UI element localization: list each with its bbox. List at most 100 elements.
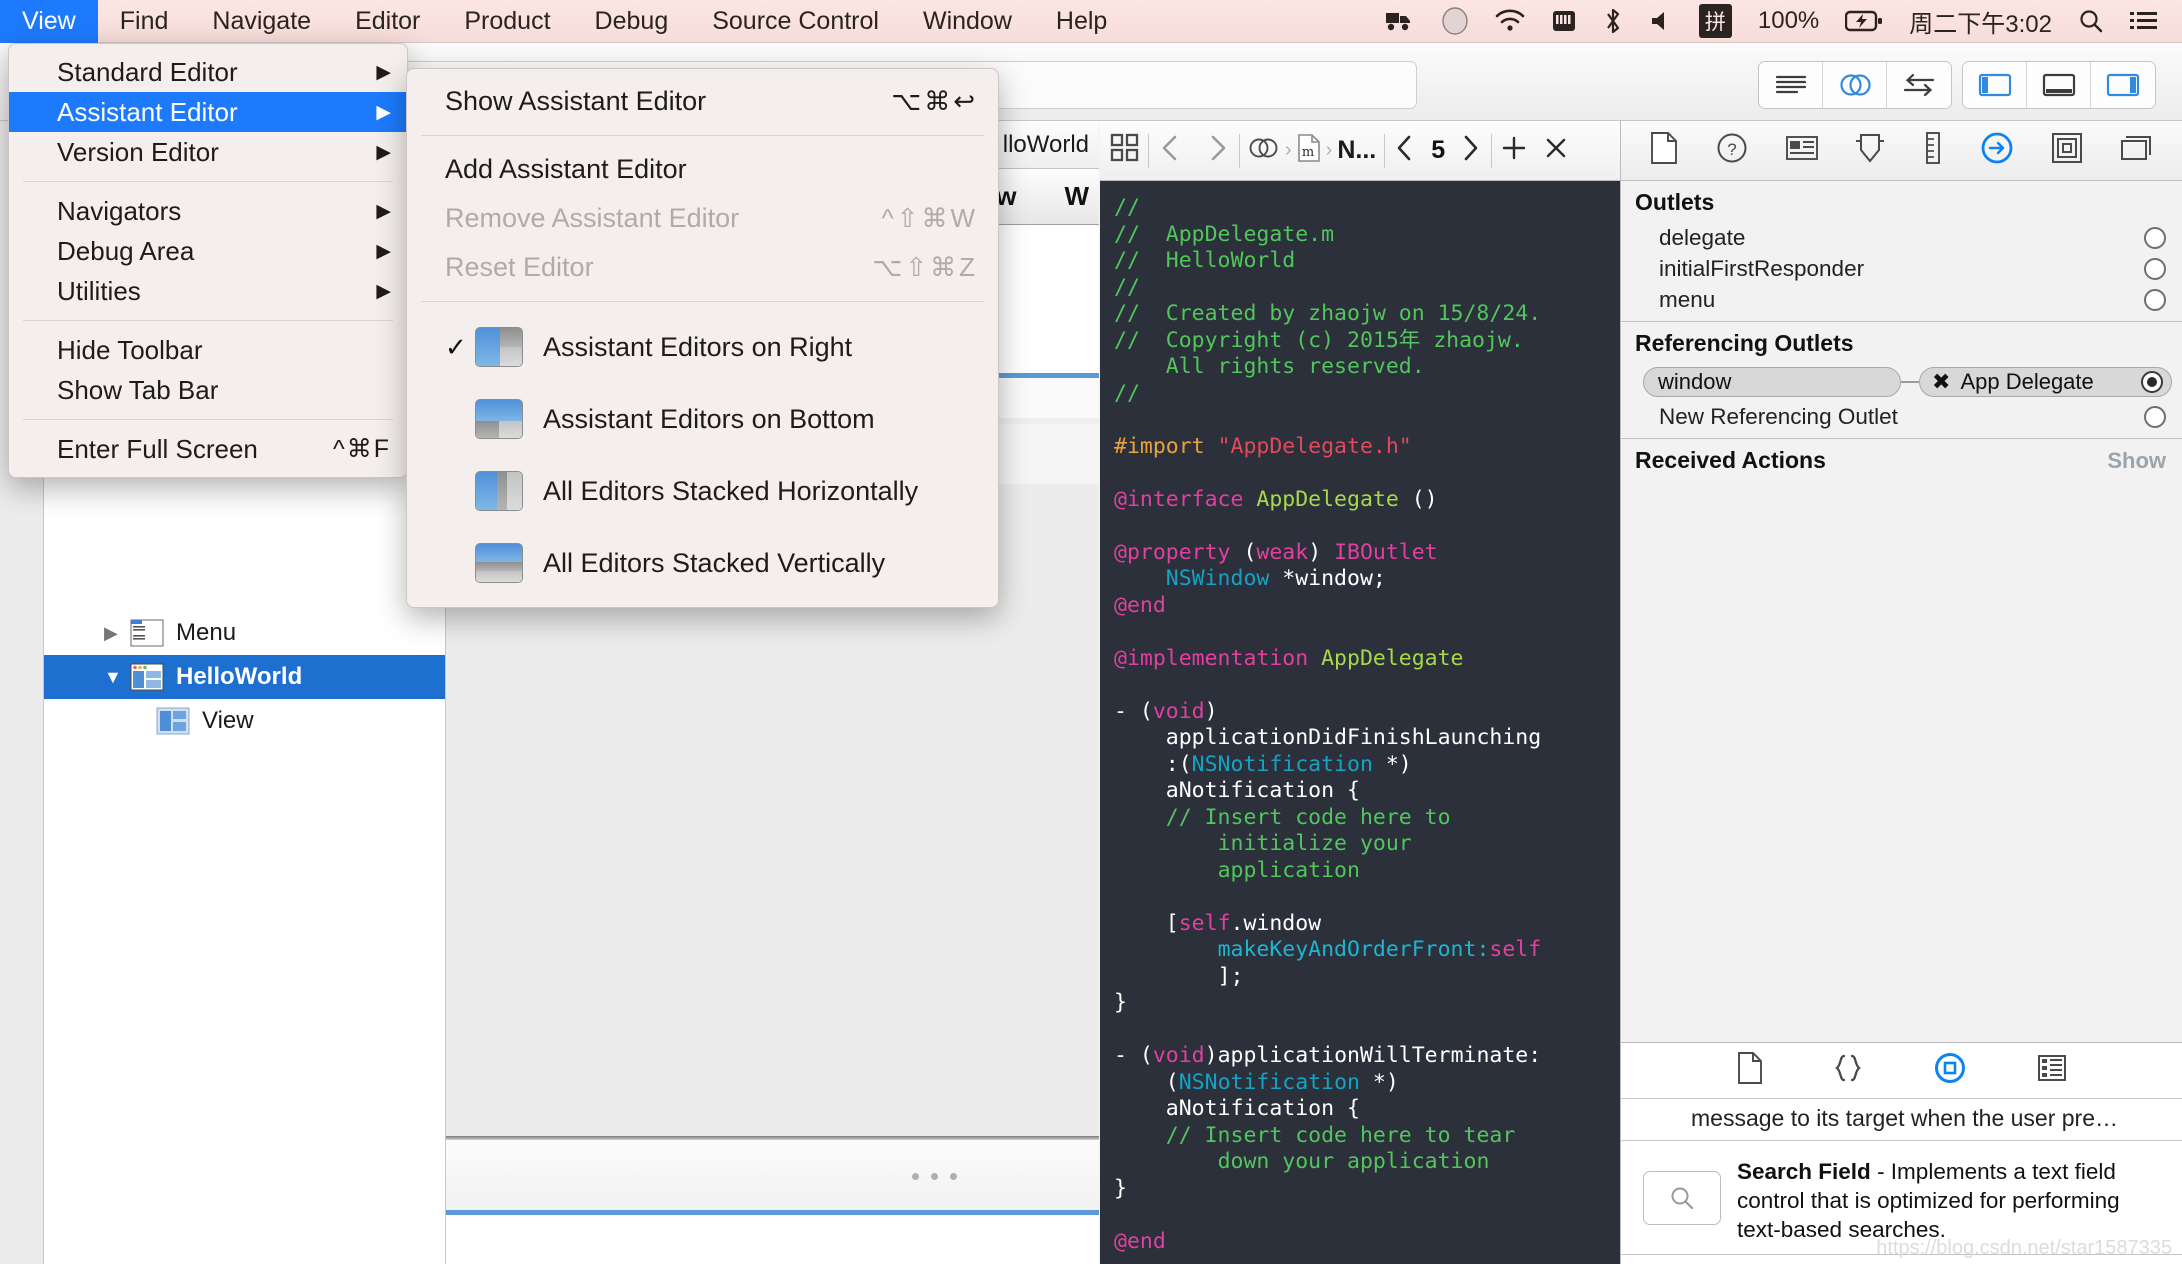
menu-product[interactable]: Product	[442, 0, 572, 43]
assistant-editor-icon[interactable]	[1823, 62, 1887, 108]
code-line: // AppDelegate.m	[1114, 221, 1335, 247]
outline-row-view[interactable]: View	[44, 699, 445, 743]
assistant-editor-submenu[interactable]: Show Assistant Editor ⌥⌘↩ Add Assistant …	[406, 68, 999, 608]
editor-mode-segmented-control[interactable]	[1758, 61, 1952, 109]
attributes-inspector-icon[interactable]	[2051, 132, 2083, 169]
submenu-item-add-assistant-editor[interactable]: Add Assistant Editor	[407, 145, 998, 194]
submenu-item-all-editors-stacked-horizontally[interactable]: All Editors Stacked Horizontally	[407, 455, 998, 527]
m-file-icon[interactable]: m	[1297, 134, 1321, 167]
clock-label[interactable]: 周二下午3:02	[1909, 4, 2052, 39]
code-snippet-library-icon[interactable]	[1833, 1053, 1863, 1088]
standard-editor-icon[interactable]	[1759, 62, 1823, 108]
menu-item-enter-full-screen[interactable]: Enter Full Screen ^⌘F	[9, 429, 407, 469]
menu-navigate[interactable]: Navigate	[190, 0, 333, 43]
menu-debug[interactable]: Debug	[573, 0, 691, 43]
connection-well-connected[interactable]	[2141, 371, 2163, 393]
outline-row-menu[interactable]: ▶ Menu	[44, 611, 445, 655]
disclosure-triangle-icon[interactable]: ▼	[104, 667, 130, 688]
referencing-outlet-target[interactable]: ✖ App Delegate	[1919, 367, 2172, 397]
new-referencing-outlet-row[interactable]: New Referencing Outlet	[1621, 401, 2182, 432]
battery-charging-icon[interactable]	[1845, 10, 1883, 32]
editor-jump-bar[interactable]: › m › N... 5	[1100, 121, 1620, 181]
outlet-connection-well[interactable]	[2144, 257, 2166, 280]
notification-center-icon[interactable]	[2130, 10, 2158, 32]
menu-item-navigators[interactable]: Navigators ▶	[9, 191, 407, 231]
source-code-text[interactable]: //// AppDelegate.m// HelloWorld//// Crea…	[1100, 181, 1620, 1264]
toggle-debug-area-icon[interactable]	[2027, 62, 2091, 108]
panel-toggle-segmented-control[interactable]	[1962, 61, 2156, 109]
connections-inspector-icon[interactable]	[1980, 131, 2014, 170]
help-icon[interactable]: ?	[1716, 132, 1748, 169]
keyboard-icon[interactable]	[1551, 8, 1577, 34]
breadcrumb-separator-icon: ›	[1325, 139, 1333, 161]
menu-item-utilities[interactable]: Utilities ▶	[9, 271, 407, 311]
submenu-item-show-assistant-editor[interactable]: Show Assistant Editor ⌥⌘↩	[407, 77, 998, 126]
counter-next-icon[interactable]	[1459, 133, 1483, 168]
menu-item-hide-toolbar[interactable]: Hide Toolbar	[9, 330, 407, 370]
outlet-connection-well[interactable]	[2144, 226, 2166, 249]
file-template-library-icon[interactable]	[1737, 1052, 1763, 1089]
related-items-icon[interactable]	[1248, 135, 1280, 166]
menu-view[interactable]: View	[0, 0, 98, 43]
bluetooth-icon[interactable]	[1603, 7, 1623, 35]
referencing-outlet-connection-row[interactable]: window ✖ App Delegate	[1621, 363, 2182, 401]
submenu-item-assistant-editors-on-right[interactable]: ✓ Assistant Editors on Right	[407, 311, 998, 383]
menu-item-version-editor[interactable]: Version Editor ▶	[9, 132, 407, 172]
code-line: application	[1114, 857, 1360, 883]
menu-item-show-tab-bar[interactable]: Show Tab Bar	[9, 370, 407, 410]
canvas-tab-w[interactable]: W	[1064, 181, 1089, 212]
bindings-inspector-icon[interactable]	[2120, 133, 2154, 168]
related-files-grid-icon[interactable]	[1110, 133, 1140, 168]
search-icon[interactable]	[2078, 8, 2104, 34]
quick-help-icon[interactable]	[1785, 134, 1819, 167]
toggle-navigator-icon[interactable]	[1963, 62, 2027, 108]
assistant-code-editor[interactable]: › m › N... 5 // // AppDelegate.m // Hell…	[1100, 121, 1620, 1264]
library-item-partial-text[interactable]: message to its target when the user pre…	[1621, 1099, 2182, 1141]
outlet-row-menu[interactable]: menu	[1621, 284, 2182, 315]
wifi-icon[interactable]	[1495, 9, 1525, 33]
close-editor-icon[interactable]	[1542, 134, 1570, 167]
chevron-right-icon[interactable]	[1205, 133, 1231, 168]
disclosure-triangle-icon[interactable]: ▶	[104, 623, 130, 644]
inspector-tab-bar[interactable]: ?	[1621, 121, 2182, 181]
menu-item-assistant-editor[interactable]: Assistant Editor ▶	[9, 92, 407, 132]
submenu-item-all-editors-stacked-vertically[interactable]: All Editors Stacked Vertically	[407, 527, 998, 599]
referencing-outlet-source[interactable]: window	[1643, 367, 1901, 397]
menu-item-debug-area[interactable]: Debug Area ▶	[9, 231, 407, 271]
menu-help[interactable]: Help	[1034, 0, 1129, 43]
menu-editor[interactable]: Editor	[333, 0, 442, 43]
add-editor-icon[interactable]	[1500, 134, 1528, 167]
identity-inspector-icon[interactable]	[1855, 132, 1885, 169]
menu-source-control[interactable]: Source Control	[690, 0, 901, 43]
circle-icon[interactable]	[1441, 7, 1469, 35]
menu-window[interactable]: Window	[901, 0, 1034, 43]
library-tab-bar[interactable]	[1621, 1043, 2182, 1099]
menu-item-shortcut: ^⌘F	[332, 435, 391, 463]
size-inspector-icon[interactable]	[1922, 131, 1944, 170]
view-dropdown-menu[interactable]: Standard Editor ▶ Assistant Editor ▶ Ver…	[8, 43, 408, 478]
version-editor-icon[interactable]	[1887, 62, 1951, 108]
outline-row-helloworld[interactable]: ▼ HelloWorld	[44, 655, 445, 699]
canvas-resize-handle[interactable]	[912, 1173, 957, 1180]
received-actions-show-button[interactable]: Show	[2107, 448, 2166, 474]
outlet-row-delegate[interactable]: delegate	[1621, 222, 2182, 253]
chevron-left-icon[interactable]	[1157, 133, 1183, 168]
truck-icon[interactable]	[1385, 10, 1415, 32]
outlet-connection-well[interactable]	[2144, 288, 2166, 311]
object-library-icon[interactable]	[1933, 1051, 1967, 1090]
counter-prev-icon[interactable]	[1393, 133, 1417, 168]
media-library-icon[interactable]	[2037, 1054, 2067, 1087]
layout-right-icon	[475, 327, 523, 367]
menu-item-standard-editor[interactable]: Standard Editor ▶	[9, 52, 407, 92]
volume-icon[interactable]	[1649, 9, 1673, 33]
menu-find[interactable]: Find	[98, 0, 191, 43]
canvas-resize-bar[interactable]	[446, 1140, 1099, 1210]
outlet-row-initialfirstresponder[interactable]: initialFirstResponder	[1621, 253, 2182, 284]
input-method-icon[interactable]: 拼	[1698, 4, 1732, 38]
submenu-item-assistant-editors-on-bottom[interactable]: Assistant Editors on Bottom	[407, 383, 998, 455]
editor-breadcrumb-label[interactable]: N...	[1337, 136, 1376, 165]
toggle-utilities-icon[interactable]	[2091, 62, 2155, 108]
file-inspector-icon[interactable]	[1649, 131, 1679, 170]
new-referencing-outlet-well[interactable]	[2144, 405, 2166, 428]
